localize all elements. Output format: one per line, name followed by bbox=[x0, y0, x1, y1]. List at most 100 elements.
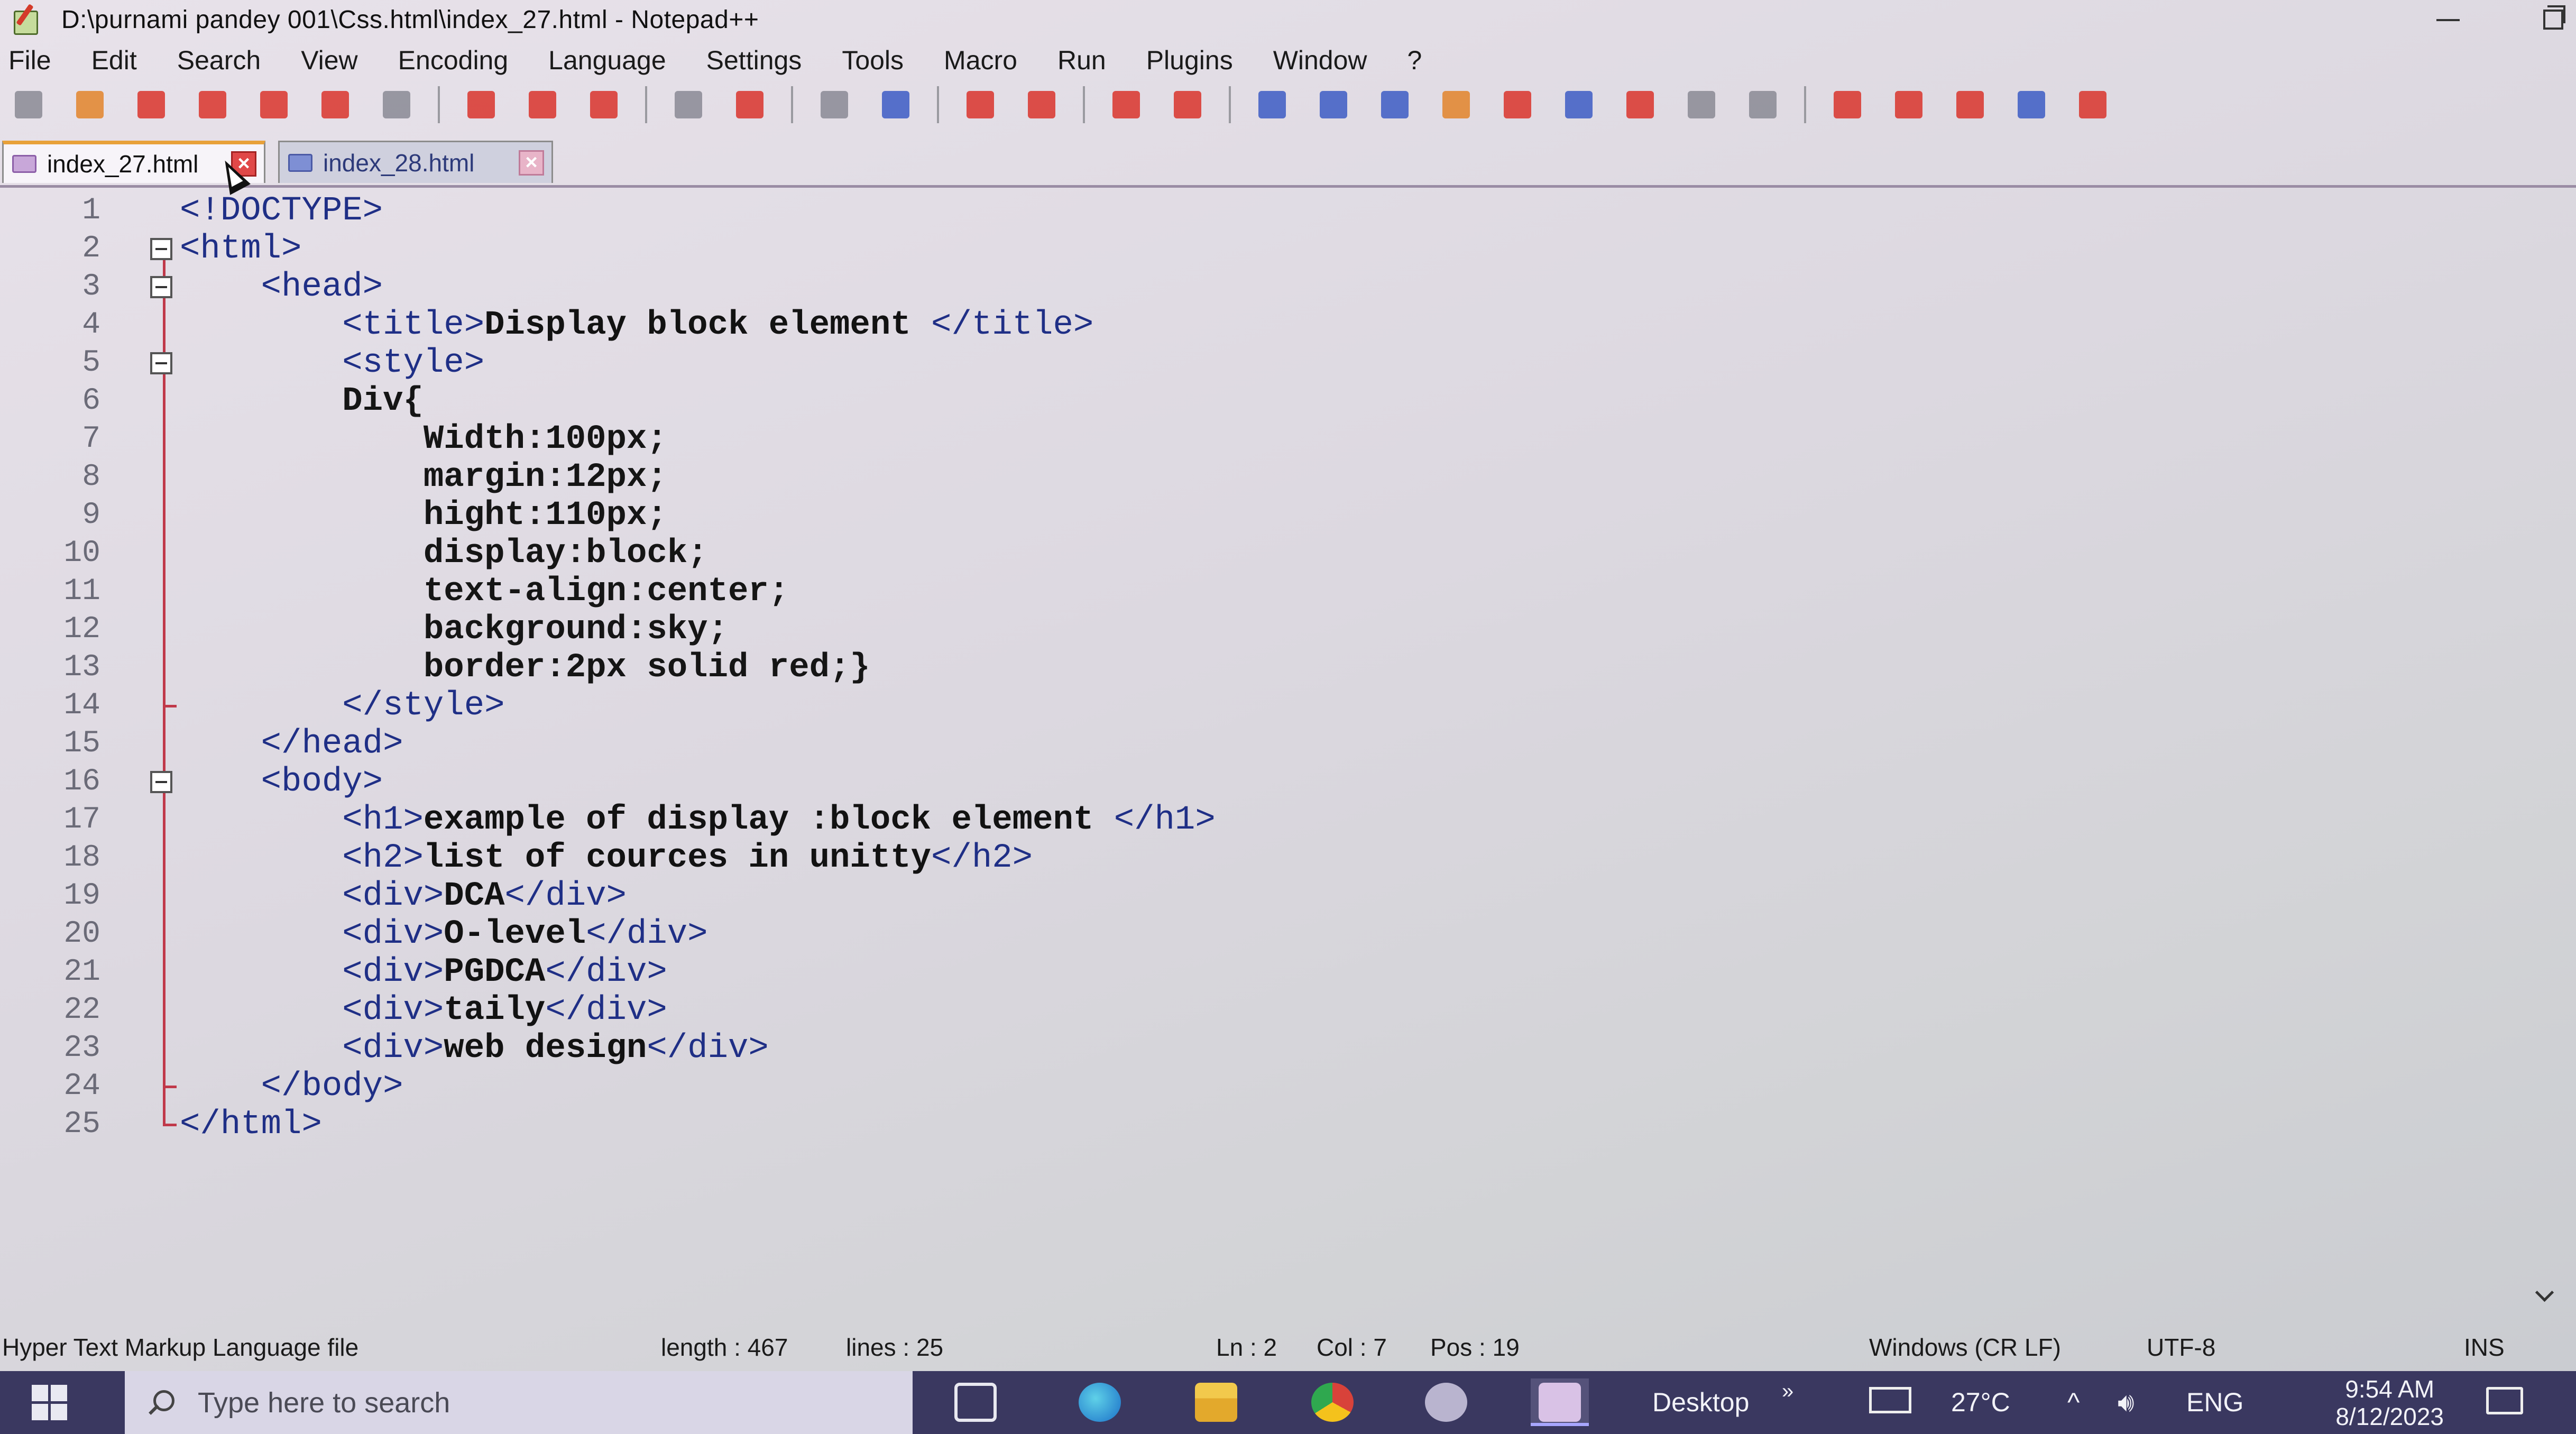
speaker-icon[interactable]: 🔊︎ bbox=[2118, 1387, 2135, 1418]
input-language[interactable]: ENG bbox=[2186, 1387, 2243, 1418]
code-line[interactable]: <title>Display block element </title> bbox=[180, 306, 1093, 344]
udl-icon[interactable] bbox=[1436, 85, 1476, 125]
code-line[interactable]: <head> bbox=[180, 268, 383, 306]
task-view-icon[interactable] bbox=[946, 1378, 1005, 1426]
chevron-up-icon[interactable]: ^ bbox=[2067, 1387, 2080, 1418]
code-line[interactable]: </body> bbox=[180, 1068, 403, 1106]
weather-temperature[interactable]: 27°C bbox=[1951, 1387, 2010, 1418]
menu-view[interactable]: View bbox=[281, 45, 378, 76]
sync-horizontal-icon[interactable] bbox=[1167, 85, 1208, 125]
taskbar-clock[interactable]: 9:54 AM 8/12/2023 bbox=[2335, 1375, 2444, 1430]
code-line[interactable]: <div>DCA</div> bbox=[180, 877, 627, 915]
code-line[interactable]: <div>taily</div> bbox=[180, 991, 667, 1029]
code-line[interactable]: margin:12px; bbox=[180, 458, 667, 497]
fold-toggle-icon[interactable] bbox=[150, 238, 172, 260]
code-line[interactable]: <html> bbox=[180, 230, 301, 268]
code-line[interactable]: border:2px solid red;} bbox=[180, 649, 870, 687]
status-eol[interactable]: Windows (CR LF) bbox=[1869, 1333, 2061, 1362]
taskbar-search-box[interactable]: Type here to search bbox=[125, 1371, 913, 1434]
news-widget-icon[interactable] bbox=[1869, 1387, 1911, 1413]
paste-icon[interactable] bbox=[584, 85, 624, 125]
code-line[interactable]: <h2>list of cources in unitty</h2> bbox=[180, 839, 1033, 877]
search-input[interactable]: Type here to search bbox=[198, 1386, 450, 1419]
copy-icon[interactable] bbox=[522, 85, 563, 125]
folder-workspace-icon[interactable] bbox=[1620, 85, 1660, 125]
play-macro-icon[interactable] bbox=[1950, 85, 1990, 125]
sync-vertical-icon[interactable] bbox=[1106, 85, 1146, 125]
eye-icon[interactable] bbox=[1743, 85, 1783, 125]
code-line[interactable]: <div>O-level</div> bbox=[180, 915, 707, 953]
fold-toggle-icon[interactable] bbox=[150, 352, 172, 374]
status-encoding[interactable]: UTF-8 bbox=[2147, 1333, 2215, 1362]
menu-tools[interactable]: Tools bbox=[822, 45, 924, 76]
find-icon[interactable] bbox=[814, 85, 854, 125]
show-all-chars-icon[interactable] bbox=[1313, 85, 1354, 125]
doc-map-icon[interactable] bbox=[1497, 85, 1538, 125]
function-list-icon[interactable] bbox=[1559, 85, 1599, 125]
print-icon[interactable] bbox=[376, 85, 417, 125]
scroll-down-icon[interactable] bbox=[2534, 1285, 2555, 1306]
notification-center-icon[interactable] bbox=[2486, 1387, 2523, 1414]
minimize-icon[interactable] bbox=[2433, 4, 2460, 30]
file-explorer-icon[interactable] bbox=[1187, 1378, 1245, 1426]
code-line[interactable]: hight:110px; bbox=[180, 497, 667, 535]
zoom-out-icon[interactable] bbox=[1022, 85, 1062, 125]
fold-toggle-icon[interactable] bbox=[150, 771, 172, 793]
menu-language[interactable]: Language bbox=[528, 45, 686, 76]
code-line[interactable]: <!DOCTYPE> bbox=[180, 192, 383, 230]
record-macro-icon[interactable] bbox=[1827, 85, 1867, 125]
save-icon[interactable] bbox=[131, 85, 171, 125]
close-icon[interactable] bbox=[254, 85, 294, 125]
code-line[interactable]: Div{ bbox=[180, 382, 424, 420]
menu-macro[interactable]: Macro bbox=[924, 45, 1037, 76]
notepad-plus-plus-taskbar-icon[interactable] bbox=[1531, 1378, 1589, 1426]
windows-start-icon[interactable] bbox=[32, 1385, 69, 1422]
redo-icon[interactable] bbox=[730, 85, 770, 125]
app-icon[interactable] bbox=[1417, 1378, 1475, 1426]
zoom-in-icon[interactable] bbox=[960, 85, 1000, 125]
menu-encoding[interactable]: Encoding bbox=[378, 45, 529, 76]
restore-icon[interactable] bbox=[2539, 4, 2565, 30]
open-file-icon[interactable] bbox=[70, 85, 110, 125]
menu-edit[interactable]: Edit bbox=[71, 45, 157, 76]
code-line[interactable]: display:block; bbox=[180, 535, 708, 573]
code-line[interactable]: <div>web design</div> bbox=[180, 1029, 769, 1068]
close-all-icon[interactable] bbox=[315, 85, 355, 125]
close-tab-icon[interactable]: × bbox=[519, 150, 544, 176]
code-line[interactable]: <h1>example of display :block element </… bbox=[180, 801, 1215, 839]
new-file-icon[interactable] bbox=[8, 85, 49, 125]
undo-icon[interactable] bbox=[668, 85, 709, 125]
monitoring-icon[interactable] bbox=[1681, 85, 1722, 125]
fold-toggle-icon[interactable] bbox=[150, 276, 172, 298]
chrome-browser-icon[interactable] bbox=[1303, 1378, 1361, 1426]
edge-browser-icon[interactable] bbox=[1071, 1378, 1129, 1426]
code-line[interactable]: Width:100px; bbox=[180, 420, 667, 458]
word-wrap-icon[interactable] bbox=[1252, 85, 1292, 125]
menu-plugins[interactable]: Plugins bbox=[1126, 45, 1253, 76]
status-mode[interactable]: INS bbox=[2464, 1333, 2505, 1362]
desktop-expand-icon[interactable]: » bbox=[1782, 1380, 1793, 1403]
code-line[interactable]: </style> bbox=[180, 687, 504, 725]
replace-icon[interactable] bbox=[876, 85, 916, 125]
stop-record-icon[interactable] bbox=[1889, 85, 1929, 125]
code-line[interactable]: </html> bbox=[180, 1106, 322, 1144]
run-macro-multiple-icon[interactable] bbox=[2011, 85, 2051, 125]
code-line[interactable]: </head> bbox=[180, 725, 403, 763]
menu-window[interactable]: Window bbox=[1253, 45, 1387, 76]
menu-help[interactable]: ? bbox=[1387, 45, 1442, 76]
menu-file[interactable]: File bbox=[0, 45, 71, 76]
code-line[interactable]: <style> bbox=[180, 344, 484, 382]
code-line[interactable]: <body> bbox=[180, 763, 383, 801]
desktop-toolbar-label[interactable]: Desktop bbox=[1652, 1387, 1749, 1418]
code-line[interactable]: background:sky; bbox=[180, 611, 728, 649]
cut-icon[interactable] bbox=[461, 85, 501, 125]
code-editor[interactable]: 1 2 3 4 5 6 7 8 9 10 11 12 13 14 15 16 17 18 19 20 21 22 23 24 2… bbox=[0, 188, 2576, 1319]
tab-index-28[interactable]: index_28.html × bbox=[278, 141, 553, 183]
code-line[interactable]: text-align:center; bbox=[180, 573, 789, 611]
menu-run[interactable]: Run bbox=[1037, 45, 1126, 76]
menu-search[interactable]: Search bbox=[157, 45, 281, 76]
save-all-icon[interactable] bbox=[192, 85, 233, 125]
indent-guide-icon[interactable] bbox=[1375, 85, 1415, 125]
notepad-plus-plus-icon[interactable] bbox=[12, 3, 39, 35]
save-macro-icon[interactable] bbox=[2073, 85, 2113, 125]
